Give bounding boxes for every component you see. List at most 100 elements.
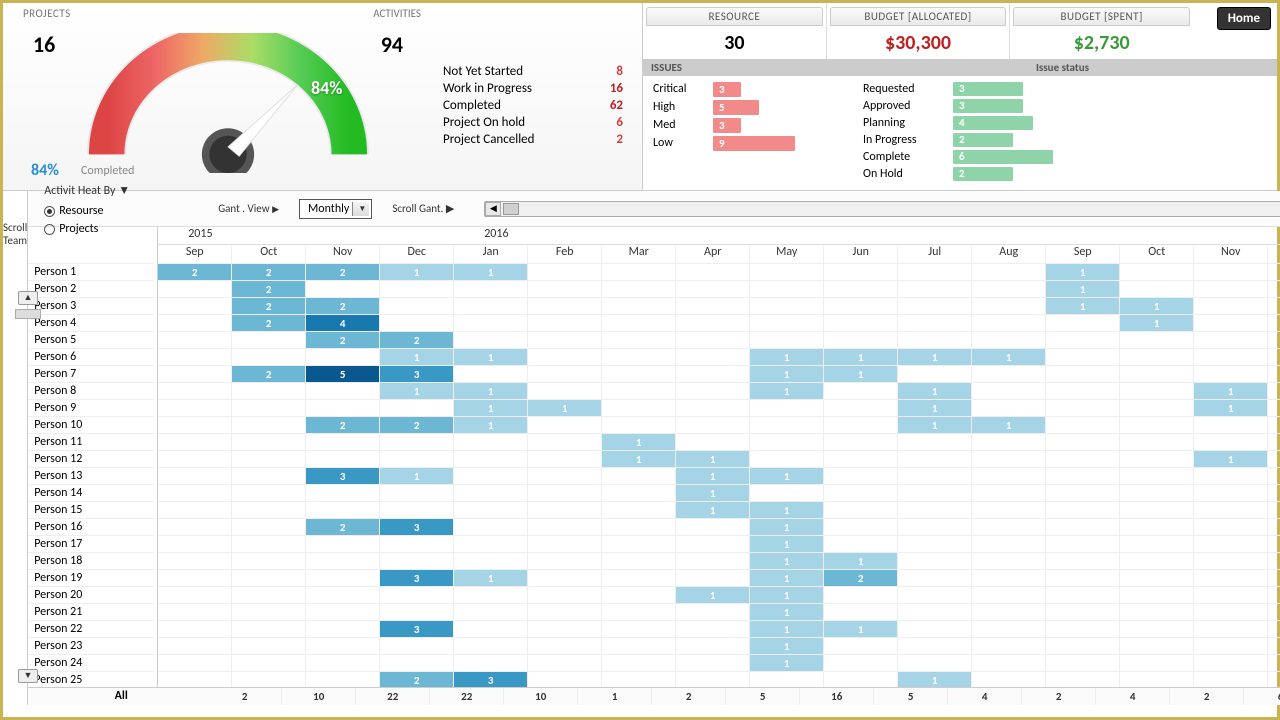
- heatmap-cell: [676, 298, 750, 314]
- radio-projects[interactable]: Projects: [38, 220, 158, 238]
- heatmap-row: 222111: [158, 263, 1280, 280]
- heatmap-cell: [602, 400, 676, 416]
- gantt-scrollbar[interactable]: ◀ ▶: [484, 201, 1280, 217]
- scroll-team-up[interactable]: ▲: [18, 291, 38, 305]
- heatmap-cell: [1046, 553, 1120, 569]
- heatmap-cell: 1: [1120, 298, 1194, 314]
- person-name: Person 10: [28, 416, 154, 433]
- heatmap-cell: [1120, 468, 1194, 484]
- heatmap-cell: 1: [750, 349, 824, 365]
- total-cell: 2: [1022, 688, 1096, 705]
- heatmap-cell: [972, 553, 1046, 569]
- heatmap-cell: [750, 298, 824, 314]
- heatmap-cell: [1120, 655, 1194, 671]
- heatmap-cell: [528, 468, 602, 484]
- heatmap-cell: 1: [1194, 451, 1268, 467]
- scroll-team-slider[interactable]: [15, 309, 41, 319]
- heatmap-cell: 1: [454, 383, 528, 399]
- heatmap-cell: 2: [306, 417, 380, 433]
- heatmap-cell: [1194, 434, 1268, 450]
- heatmap-cell: [380, 553, 454, 569]
- scroll-thumb[interactable]: [503, 203, 519, 215]
- issue-status-name: Approved: [863, 99, 953, 113]
- heatmap-cell: 2: [158, 264, 232, 280]
- scroll-left-button[interactable]: ◀: [485, 202, 501, 216]
- heatmap-timeline: 20152016 SepOctNovDecJanFebMarAprMayJunJ…: [158, 227, 1280, 687]
- heatmap-cell: [676, 638, 750, 654]
- person-name: Person 23: [28, 637, 154, 654]
- heatmap-cell: [528, 655, 602, 671]
- heatmap-cell: [898, 604, 972, 620]
- heatmap-cell: [306, 672, 380, 687]
- gant-view-toggle[interactable]: Gant . View ▶: [218, 202, 279, 216]
- person-name: Person 4: [28, 314, 154, 331]
- person-name: Person 15: [28, 501, 154, 518]
- heatmap-cell: 1: [750, 383, 824, 399]
- heatmap-row: 25311: [158, 365, 1280, 382]
- heatmap-cell: [528, 604, 602, 620]
- heatmap-cell: [602, 264, 676, 280]
- heatmap-cell: 1: [972, 349, 1046, 365]
- heatmap-cell: [972, 468, 1046, 484]
- scroll-team-down[interactable]: ▼: [18, 669, 38, 683]
- heatmap-cell: [1046, 366, 1120, 382]
- heatmap-cell: [1194, 570, 1268, 586]
- total-cell: 6: [1244, 688, 1280, 705]
- heatmap-cell: [824, 672, 898, 687]
- heatmap-cell: [824, 604, 898, 620]
- heatmap-cell: [898, 264, 972, 280]
- heatmap-cell: [1194, 604, 1268, 620]
- activit-heat-dropdown[interactable]: Activit Heat By ▼: [38, 179, 158, 202]
- heatmap-cell: [232, 417, 306, 433]
- heatmap-cell: 3: [380, 621, 454, 637]
- person-name: Person 7: [28, 365, 154, 382]
- heatmap-cell: [158, 400, 232, 416]
- person-name: Person 17: [28, 535, 154, 552]
- heatmap-cell: 2: [306, 298, 380, 314]
- heatmap-cell: [1194, 519, 1268, 535]
- heatmap-cell: [972, 655, 1046, 671]
- heatmap-cell: [898, 332, 972, 348]
- heatmap-cell: [454, 604, 528, 620]
- heatmap-cell: [528, 366, 602, 382]
- heatmap-cell: [232, 638, 306, 654]
- heatmap-cell: [676, 672, 750, 687]
- heatmap-cell: [1046, 502, 1120, 518]
- heatmap-cell: [1120, 553, 1194, 569]
- heatmap-cell: [824, 502, 898, 518]
- radio-resource[interactable]: Resourse: [38, 202, 158, 220]
- heatmap-cell: [972, 621, 1046, 637]
- heatmap-cell: [676, 417, 750, 433]
- heatmap-cell: [454, 332, 528, 348]
- heatmap-cell: 2: [232, 315, 306, 331]
- heatmap-cell: [676, 264, 750, 280]
- heatmap-cell: 1: [1046, 281, 1120, 297]
- heatmap-cell: [1046, 383, 1120, 399]
- heatmap-cell: [1120, 451, 1194, 467]
- heatmap-cell: [750, 315, 824, 331]
- heatmap-cell: [380, 536, 454, 552]
- heatmap-cell: [454, 468, 528, 484]
- heatmap-cell: [1194, 315, 1268, 331]
- issue-status-bar: 2: [953, 133, 1013, 147]
- heatmap-cell: 1: [676, 468, 750, 484]
- heatmap-cell: [454, 451, 528, 467]
- heatmap-cell: [1046, 621, 1120, 637]
- heatmap-cell: [676, 519, 750, 535]
- heatmap-cell: [1194, 553, 1268, 569]
- total-cell: 10: [282, 688, 356, 705]
- heatmap-cell: 2: [232, 264, 306, 280]
- total-cell: 2: [652, 688, 726, 705]
- home-button[interactable]: Home: [1217, 7, 1271, 30]
- heatmap-cell: [454, 655, 528, 671]
- heatmap-cell: [972, 536, 1046, 552]
- heatmap-cell: [232, 332, 306, 348]
- heatmap-cell: [972, 434, 1046, 450]
- heatmap-cell: [528, 451, 602, 467]
- heatmap-cell: 1: [676, 451, 750, 467]
- total-cell: 4: [948, 688, 1022, 705]
- heatmap-cell: [158, 468, 232, 484]
- heatmap-row: 231: [158, 671, 1280, 687]
- heatmap-cell: [528, 519, 602, 535]
- period-dropdown[interactable]: Monthly: [299, 199, 372, 219]
